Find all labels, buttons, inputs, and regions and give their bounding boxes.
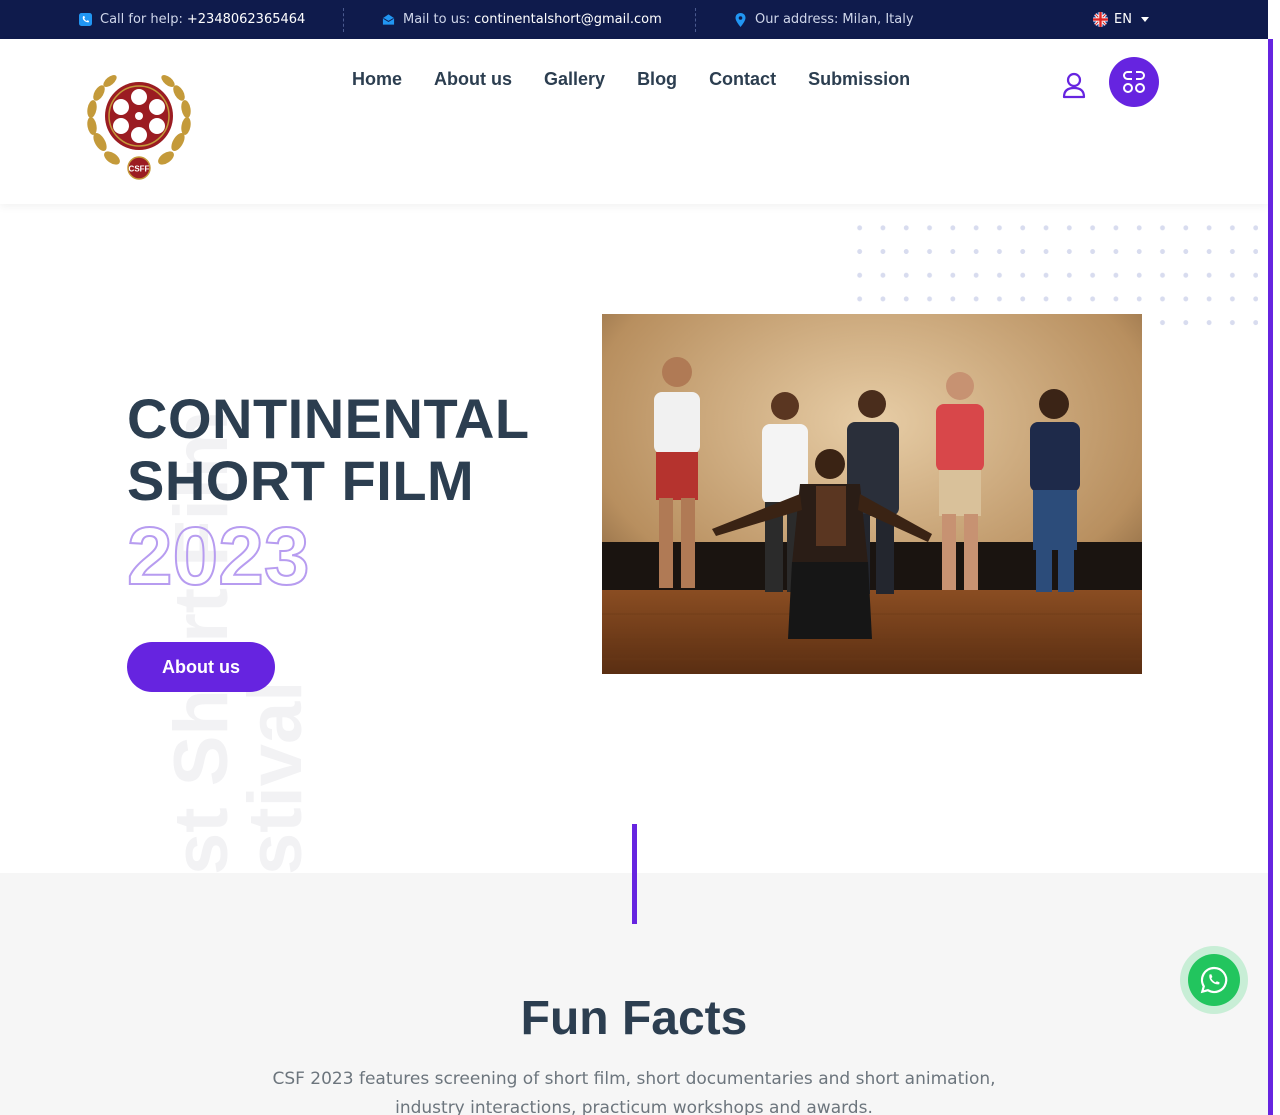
caret-down-icon: [1140, 17, 1149, 22]
main-header: CSFF Home About us Gallery Blog Contact …: [0, 39, 1268, 204]
language-selector[interactable]: EN: [1093, 0, 1149, 39]
map-pin-icon: [734, 12, 747, 27]
logo-badge-text: CSFF: [129, 165, 150, 174]
mail-link[interactable]: continentalshort@gmail.com: [474, 12, 662, 27]
nav-gallery[interactable]: Gallery: [544, 69, 605, 90]
main-nav: Home About us Gallery Blog Contact Submi…: [352, 69, 910, 90]
envelope-open-icon: [382, 13, 395, 26]
nav-submission[interactable]: Submission: [808, 69, 910, 90]
address-label: Our address:: [755, 12, 839, 27]
hero-title-line-1: CONTINENTAL: [127, 387, 530, 450]
mail-label: Mail to us:: [403, 12, 471, 27]
language-label: EN: [1114, 12, 1132, 27]
call-label: Call for help:: [100, 12, 183, 27]
menu-grid-button[interactable]: [1109, 57, 1159, 107]
hero-title: CONTINENTAL SHORT FILM: [127, 388, 530, 512]
about-us-button[interactable]: About us: [127, 642, 275, 692]
nav-blog[interactable]: Blog: [637, 69, 677, 90]
address-info: Our address: Milan, Italy: [734, 0, 914, 39]
dot-pattern: [848, 216, 1258, 326]
mail-info: Mail to us: continentalshort@gmail.com: [382, 0, 662, 39]
nav-contact[interactable]: Contact: [709, 69, 776, 90]
hero-year: 2023: [126, 511, 310, 603]
nav-about-us[interactable]: About us: [434, 69, 512, 90]
top-bar: Call for help: +2348062365464 Mail to us…: [0, 0, 1268, 39]
user-icon: [1062, 72, 1086, 99]
hero-photo: [602, 314, 1142, 674]
whatsapp-icon: [1200, 966, 1228, 994]
phone-icon: [79, 13, 92, 26]
user-account-button[interactable]: [1060, 71, 1088, 101]
hero-title-line-2: SHORT FILM: [127, 449, 475, 512]
fun-facts-title: Fun Facts: [520, 992, 748, 1045]
grid-icon: [1123, 71, 1145, 93]
address-value: Milan, Italy: [842, 12, 914, 27]
fun-facts-description: CSF 2023 features screening of short fil…: [272, 1069, 996, 1115]
topbar-divider: [695, 8, 696, 32]
call-link[interactable]: +2348062365464: [187, 12, 305, 27]
page-edge-accent: [1268, 39, 1273, 1115]
whatsapp-button[interactable]: [1180, 946, 1248, 1014]
section-divider-line: [632, 824, 637, 924]
nav-home[interactable]: Home: [352, 69, 402, 90]
uk-flag-icon: [1093, 12, 1108, 27]
site-logo[interactable]: CSFF: [80, 64, 198, 182]
topbar-divider: [343, 8, 344, 32]
whatsapp-button-inner: [1188, 954, 1240, 1006]
vertical-text-2: stival: [233, 680, 310, 875]
call-info: Call for help: +2348062365464: [79, 0, 305, 39]
